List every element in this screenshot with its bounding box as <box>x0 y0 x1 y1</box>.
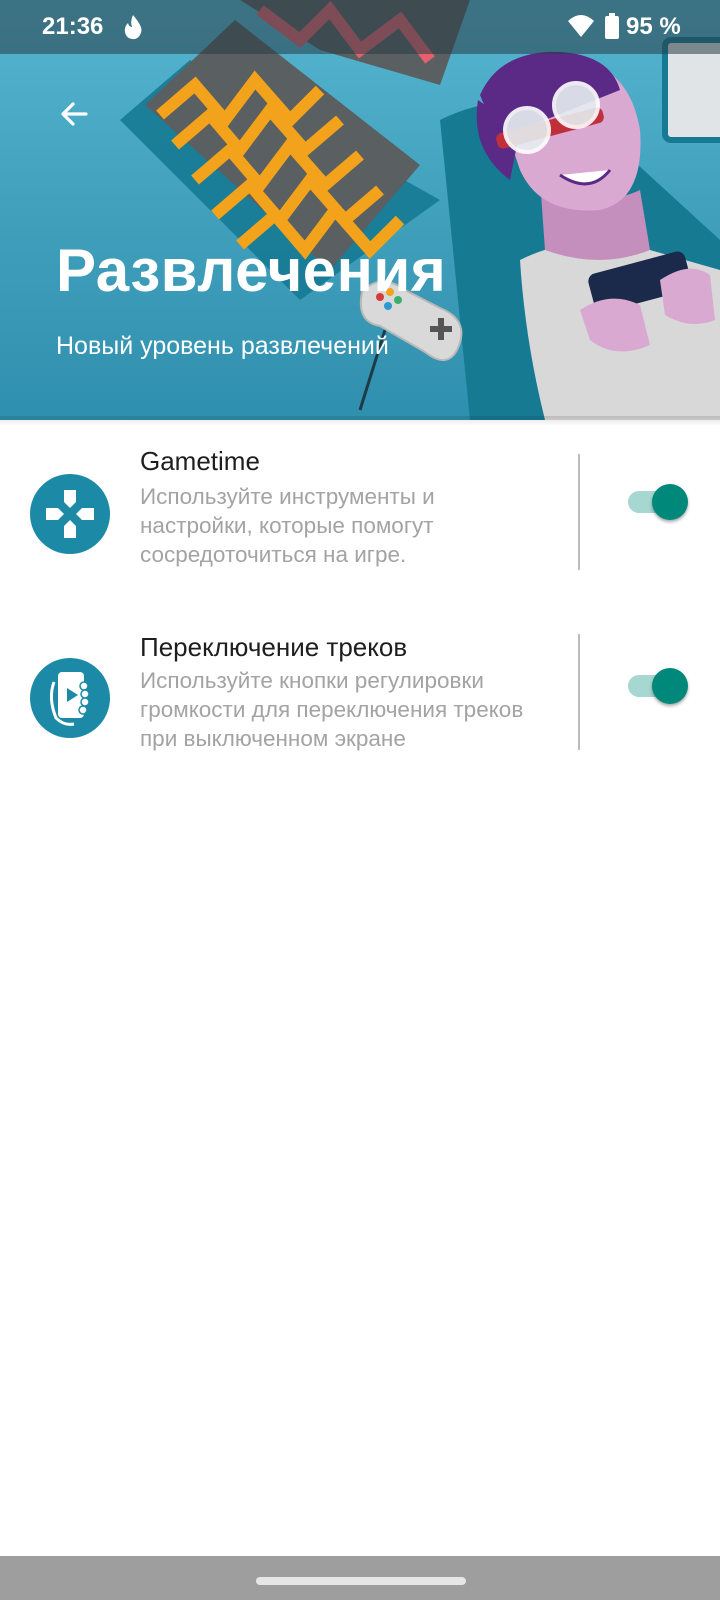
switch-thumb <box>652 668 688 704</box>
track-switch-toggle[interactable] <box>628 666 688 706</box>
item-description: Используйте инструменты и настройки, кот… <box>140 484 435 567</box>
gamepad-icon <box>46 490 94 538</box>
battery-percent: 95 % <box>626 13 681 40</box>
gametime-toggle[interactable] <box>628 482 688 522</box>
item-title: Переключение треков <box>140 632 408 662</box>
page-subtitle: Новый уровень развлечений <box>56 332 389 360</box>
item-divider <box>578 634 580 750</box>
header-shadow <box>0 416 720 426</box>
back-button[interactable] <box>48 88 100 140</box>
switch-thumb <box>652 484 688 520</box>
battery-icon <box>605 13 619 39</box>
track-switch-icon-badge <box>30 658 110 738</box>
page-title: Развлечения <box>56 237 447 304</box>
item-divider <box>578 454 580 570</box>
header-hero: 21:36 95 % Развлечения Новый уровень раз… <box>0 0 720 420</box>
status-time: 21:36 <box>42 13 104 40</box>
wifi-icon <box>568 15 594 37</box>
list-item-track-switch[interactable]: Переключение треков Используйте кнопки р… <box>0 632 720 772</box>
gametime-icon-badge <box>30 474 110 554</box>
phone-hand-play-icon <box>49 672 90 726</box>
home-gesture-handle[interactable] <box>256 1577 466 1585</box>
arrow-left-icon <box>61 102 88 126</box>
flame-icon <box>124 15 142 40</box>
status-bar: 21:36 95 % <box>0 0 720 54</box>
item-title: Gametime <box>140 446 260 476</box>
list-item-gametime[interactable]: Gametime Используйте инструменты и настр… <box>0 446 720 586</box>
item-description: Используйте кнопки регулировки громкости… <box>140 668 524 751</box>
